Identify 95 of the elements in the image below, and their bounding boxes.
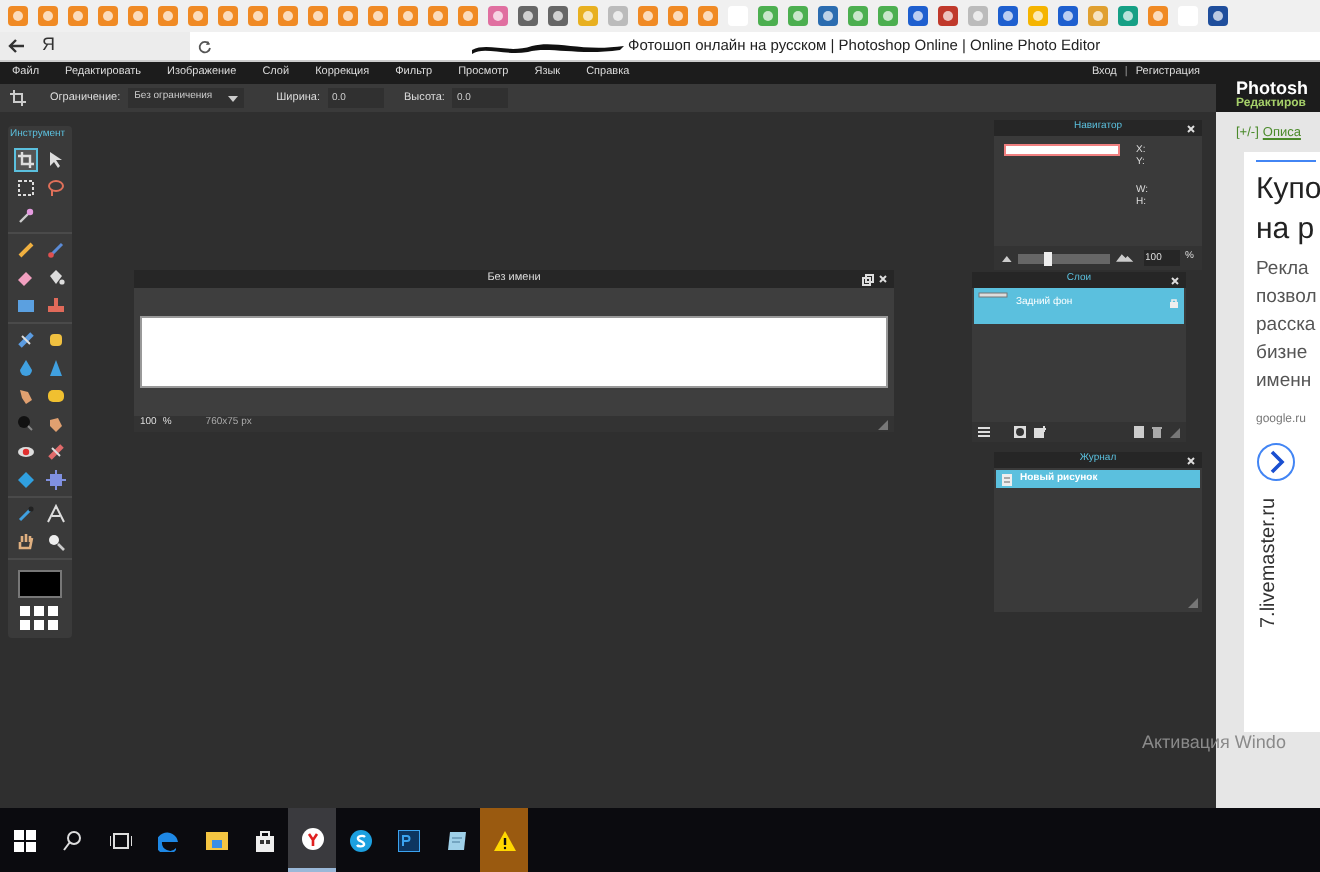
brush-icon bbox=[46, 239, 66, 259]
photoshop-logo-icon bbox=[397, 829, 419, 851]
folder-icon bbox=[205, 829, 227, 851]
bookmark-icon[interactable] bbox=[788, 6, 808, 26]
blob-icon bbox=[46, 329, 66, 349]
bookmark-icon[interactable] bbox=[488, 6, 508, 26]
back-arrow-icon[interactable] bbox=[8, 38, 26, 54]
tool-button[interactable] bbox=[44, 529, 68, 553]
ad-text: бизне bbox=[1256, 339, 1310, 368]
restore-icon[interactable] bbox=[862, 273, 874, 285]
lasso-icon bbox=[46, 177, 66, 197]
edge-logo-icon bbox=[157, 829, 179, 851]
ad-text: именн bbox=[1256, 367, 1314, 396]
bookmark-icon[interactable] bbox=[548, 6, 568, 26]
bandage-icon bbox=[16, 329, 36, 349]
gradient-icon bbox=[16, 295, 36, 315]
drop-icon bbox=[16, 357, 36, 377]
skype-logo-icon bbox=[349, 829, 371, 851]
grid-icon[interactable] bbox=[20, 605, 60, 631]
stamp-icon bbox=[46, 295, 66, 315]
mountain-icon[interactable] bbox=[1002, 255, 1012, 261]
ad-text: Рекла bbox=[1256, 255, 1311, 284]
crop-icon bbox=[16, 149, 36, 169]
dashed-square-icon bbox=[16, 177, 36, 197]
caret-icon bbox=[228, 95, 239, 101]
letter-a-icon bbox=[46, 503, 66, 523]
tool-button[interactable] bbox=[44, 355, 68, 379]
list-icon[interactable] bbox=[978, 426, 990, 438]
task-view-icon bbox=[109, 829, 131, 851]
document-icon bbox=[1002, 473, 1014, 485]
bookmark-icon[interactable] bbox=[758, 6, 778, 26]
bookmark-icon[interactable] bbox=[878, 6, 898, 26]
home-logo[interactable]: Я bbox=[42, 32, 55, 60]
bandage-icon bbox=[46, 441, 66, 461]
tool-button[interactable] bbox=[44, 265, 68, 289]
close-icon[interactable] bbox=[1186, 123, 1196, 133]
tool-button[interactable] bbox=[14, 355, 38, 379]
trash-icon[interactable] bbox=[1152, 426, 1162, 438]
vertical-url: 7.livemaster.ru bbox=[1258, 495, 1282, 628]
tool-button[interactable] bbox=[14, 237, 38, 261]
eraser-icon bbox=[16, 267, 36, 287]
notepad-icon bbox=[445, 829, 467, 851]
resize-grip-icon[interactable] bbox=[1188, 598, 1198, 608]
bookmark-icon[interactable] bbox=[908, 6, 928, 26]
tool-button[interactable] bbox=[14, 327, 38, 351]
close-icon[interactable] bbox=[1186, 455, 1196, 465]
bucket-icon bbox=[46, 267, 66, 287]
tool-button[interactable] bbox=[14, 203, 38, 227]
taskbar-button[interactable] bbox=[288, 808, 336, 872]
bookmark-icon[interactable] bbox=[998, 6, 1018, 26]
close-icon[interactable] bbox=[1170, 275, 1180, 285]
resize-grip-icon[interactable] bbox=[1170, 427, 1180, 437]
brand-name: Photosh bbox=[1236, 78, 1310, 98]
new-layer-icon[interactable] bbox=[1034, 426, 1046, 438]
pointer-icon bbox=[46, 149, 66, 169]
ad-text: расска bbox=[1256, 311, 1318, 340]
mask-icon[interactable] bbox=[1014, 426, 1026, 438]
layer-thumbnail bbox=[978, 292, 1008, 298]
bookmark-icon[interactable] bbox=[1208, 6, 1228, 26]
tool-button[interactable] bbox=[14, 175, 38, 199]
mountain-icon[interactable] bbox=[1115, 254, 1134, 262]
windows-logo-icon bbox=[13, 829, 35, 851]
ad-title[interactable]: Купо bbox=[1256, 169, 1320, 210]
crop-icon bbox=[10, 90, 26, 106]
bookmark-icon[interactable] bbox=[518, 6, 538, 26]
bookmark-icon[interactable] bbox=[818, 6, 838, 26]
warning-icon bbox=[493, 829, 515, 851]
color-swatch[interactable] bbox=[18, 569, 62, 597]
bookmark-icon[interactable] bbox=[848, 6, 868, 26]
zoom-slider[interactable] bbox=[1017, 253, 1110, 263]
slider-thumb[interactable] bbox=[1043, 251, 1052, 265]
sponge-icon bbox=[46, 385, 66, 405]
chevron-right-icon[interactable] bbox=[1256, 441, 1296, 482]
bookmark-icon[interactable] bbox=[1058, 6, 1078, 26]
wand-icon bbox=[16, 205, 36, 225]
bookmark-icon[interactable] bbox=[1118, 6, 1138, 26]
yandex-logo-icon bbox=[301, 827, 323, 849]
tool-button[interactable] bbox=[44, 439, 68, 463]
pencil-icon bbox=[16, 239, 36, 259]
reload-icon[interactable] bbox=[198, 39, 212, 53]
tool-button[interactable] bbox=[14, 501, 38, 525]
ad-title[interactable]: на р bbox=[1256, 209, 1320, 250]
dropper-icon bbox=[16, 503, 36, 523]
navigator-preview bbox=[1004, 144, 1120, 156]
cone-icon bbox=[46, 357, 66, 377]
eye-icon bbox=[16, 441, 36, 461]
close-icon[interactable] bbox=[878, 274, 888, 284]
ad-text: позвол bbox=[1256, 283, 1319, 312]
bookmark-icon[interactable] bbox=[938, 6, 958, 26]
search-icon bbox=[61, 829, 83, 851]
ball-icon bbox=[16, 413, 36, 433]
shopping-bag-icon bbox=[253, 829, 275, 851]
magnifier-icon bbox=[46, 531, 66, 551]
tool-button[interactable] bbox=[14, 147, 38, 171]
resize-grip-icon[interactable] bbox=[878, 419, 888, 429]
